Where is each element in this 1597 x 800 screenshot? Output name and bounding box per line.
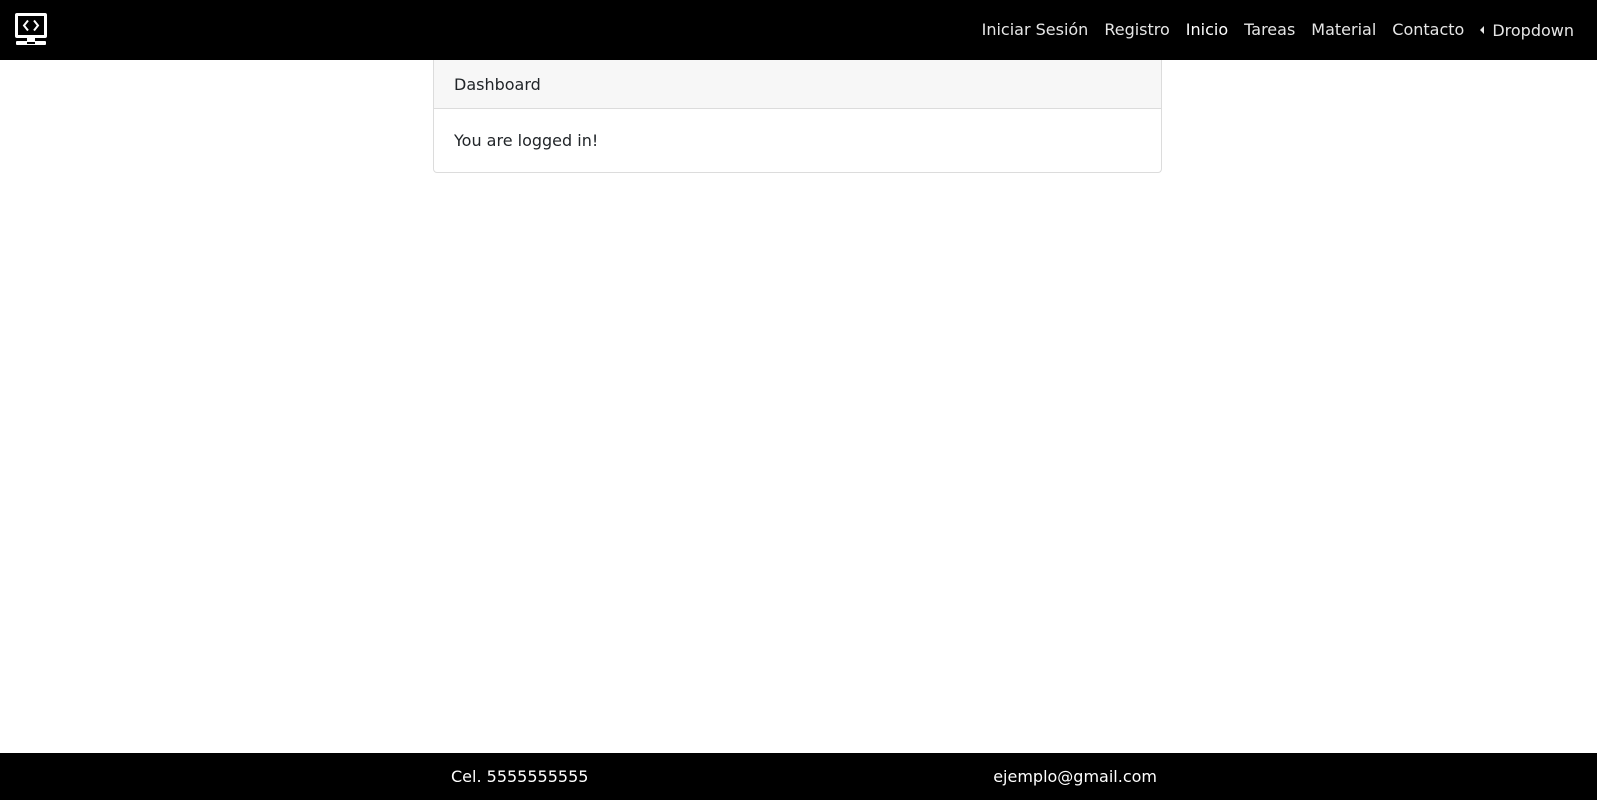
dropdown-toggle[interactable]: Dropdown xyxy=(1480,21,1574,40)
top-navbar: Iniciar Sesión Registro Inicio Tareas Ma… xyxy=(0,0,1597,60)
footer-phone: Cel. 5555555555 xyxy=(451,767,589,786)
nav-links: Iniciar Sesión Registro Inicio Tareas Ma… xyxy=(966,0,1574,60)
brand-logo[interactable] xyxy=(14,12,48,46)
card-body: You are logged in! xyxy=(454,131,599,150)
dashboard-card: Dashboard You are logged in! xyxy=(433,60,1162,173)
card-header: Dashboard xyxy=(434,60,1161,109)
computer-code-icon xyxy=(15,13,47,45)
nav-link-contacto[interactable]: Contacto xyxy=(1392,0,1464,60)
dropdown-label: Dropdown xyxy=(1492,20,1574,40)
nav-link-iniciar-sesion[interactable]: Iniciar Sesión xyxy=(982,0,1089,60)
footer-email[interactable]: ejemplo@gmail.com xyxy=(993,753,1157,800)
nav-link-tareas[interactable]: Tareas xyxy=(1244,0,1295,60)
nav-link-registro[interactable]: Registro xyxy=(1104,0,1169,60)
footer: Cel. 5555555555 ejemplo@gmail.com xyxy=(0,753,1597,800)
nav-link-material[interactable]: Material xyxy=(1311,0,1376,60)
caret-left-icon xyxy=(1480,26,1485,34)
nav-link-inicio[interactable]: Inicio xyxy=(1186,0,1228,60)
